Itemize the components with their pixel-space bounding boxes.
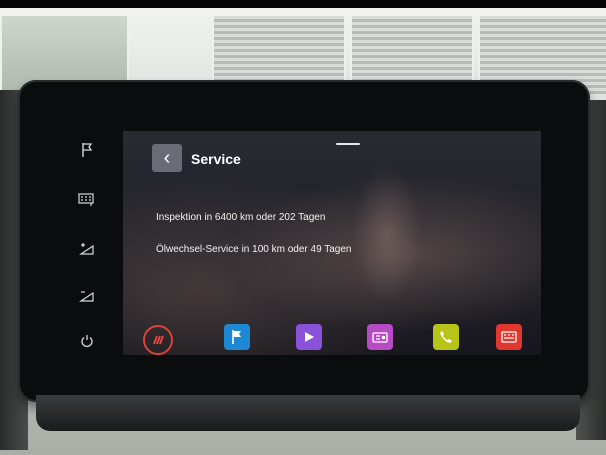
chevron-left-icon: ‹: [163, 147, 171, 169]
radio-button[interactable]: [367, 324, 393, 350]
radio-icon: [372, 332, 388, 343]
navigation-button[interactable]: [224, 324, 250, 350]
power-icon[interactable]: [74, 330, 100, 352]
bezel-lower-trim: [36, 395, 580, 431]
volume-down-icon[interactable]: [74, 285, 100, 307]
phone-button[interactable]: [433, 324, 459, 350]
infotainment-screen: ‹ Service Inspektion in 6400 km oder 202…: [123, 131, 541, 355]
home-button[interactable]: [143, 325, 173, 355]
flag-icon[interactable]: [74, 139, 100, 161]
volume-up-icon[interactable]: [74, 238, 100, 260]
oil-change-info: Ölwechsel-Service in 100 km oder 49 Tage…: [156, 244, 352, 255]
car-apps-icon: [501, 331, 517, 343]
phone-icon: [440, 331, 452, 343]
back-button[interactable]: ‹: [152, 144, 182, 172]
top-black-bar: [0, 0, 606, 8]
keypad-icon[interactable]: [74, 189, 100, 211]
home-icon: [153, 335, 164, 345]
inspection-info: Inspektion in 6400 km oder 202 Tagen: [156, 212, 326, 223]
page-title: Service: [191, 151, 241, 167]
media-button[interactable]: [296, 324, 322, 350]
pull-down-handle[interactable]: [336, 143, 360, 145]
navigation-flag-icon: [232, 330, 241, 344]
car-apps-button[interactable]: [496, 324, 522, 350]
media-play-icon: [305, 332, 314, 342]
screen-reflection: [349, 159, 425, 309]
